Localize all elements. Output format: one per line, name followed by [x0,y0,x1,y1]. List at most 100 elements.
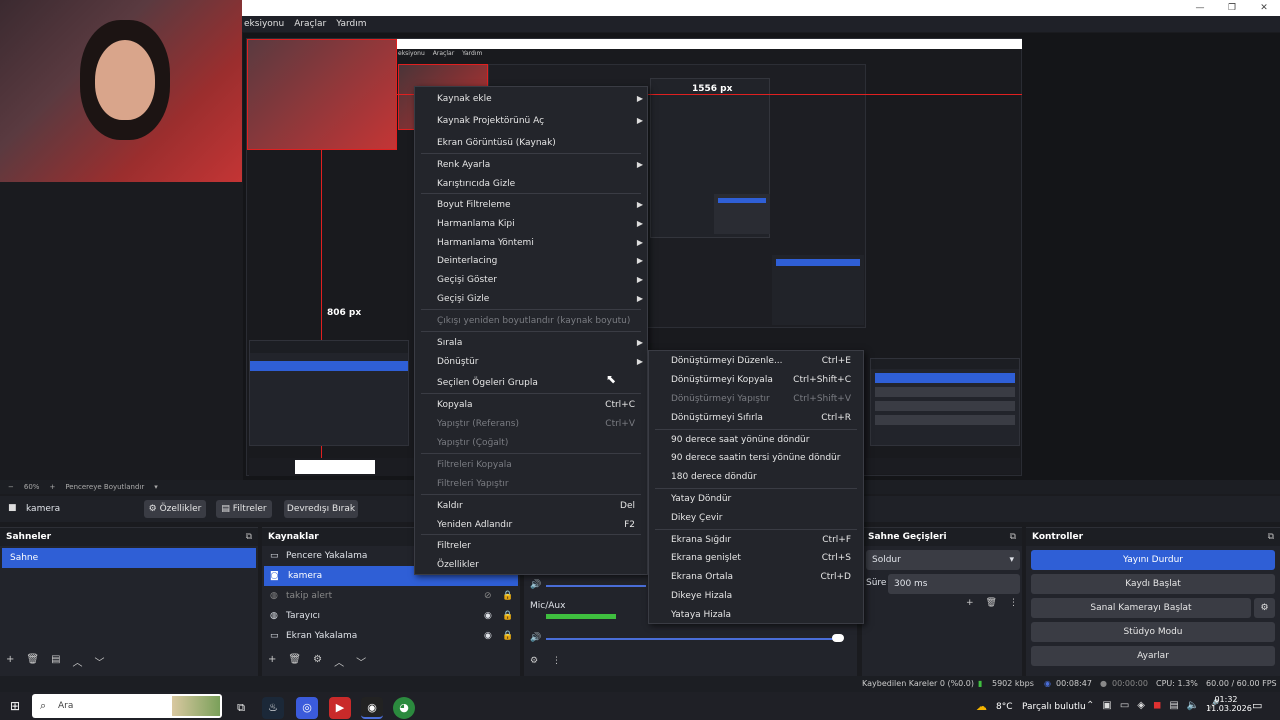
menu-item[interactable]: Yeniden Adlandır F2 [415,516,647,534]
notification-icon[interactable]: ▭ [1252,699,1262,712]
windows-start-icon[interactable]: ⊞ [10,699,20,713]
menu-item[interactable]: Filtreler [415,537,647,555]
minus-icon[interactable]: − [8,483,14,491]
menu-item[interactable]: Sırala ▶ [415,334,647,352]
selected-source-bounds[interactable] [247,39,397,150]
menu-item[interactable]: Kaynak ekle ▶ [415,90,647,108]
menu-item[interactable]: Ekran Görüntüsü (Kaynak) [415,134,647,152]
menu-item[interactable]: Ekrana Sığdır Ctrl+F [649,531,863,549]
start-virtualcam-button[interactable]: Sanal Kamerayı Başlat [1031,598,1251,618]
minimize-icon[interactable]: — [1184,0,1216,16]
lock-icon[interactable]: 🔒 [502,586,513,606]
undock-icon[interactable]: ⧉ [246,528,252,546]
menu-item[interactable]: Kaynak Projektörünü Aç ▶ [415,112,647,130]
undock-icon[interactable]: ⧉ [1268,528,1274,546]
menu-item[interactable]: Yataya Hizala [649,606,863,624]
chevron-down-icon[interactable]: ▾ [154,483,158,491]
move-up-icon[interactable]: ︿ [73,654,83,669]
zoom-level[interactable]: 60% [24,483,40,491]
clock[interactable]: 01:32 11.03.2026 [1206,695,1252,713]
display-tray-icon[interactable]: ▭ [1120,700,1129,711]
filter-icon[interactable]: ▤ [51,654,60,669]
more-icon[interactable]: ⋮ [1009,598,1018,608]
chevron-up-icon[interactable]: ⌃ [1086,700,1094,711]
menu-item[interactable]: Harmanlama Yöntemi ▶ [415,234,647,252]
menu-item[interactable]: Geçişi Gizle ▶ [415,290,647,308]
stop-streaming-button[interactable]: Yayını Durdur [1031,550,1275,570]
red-tray-icon[interactable]: ◼ [1153,700,1161,711]
steam-icon[interactable]: ♨ [262,697,284,719]
menu-item[interactable]: Dönüştürmeyi Düzenle... Ctrl+E [649,352,863,370]
move-down-icon[interactable]: ﹀ [356,654,366,669]
weather-text[interactable]: Parçalı bulutlu [1022,702,1086,712]
source-item[interactable]: ◍ takip alert ⊘ 🔒 [262,586,520,606]
menu-item[interactable]: Ekrana genişlet Ctrl+S [649,549,863,567]
add-icon[interactable]: + [966,598,974,608]
speaker-icon[interactable]: 🔊 [530,580,541,590]
menu-item[interactable]: Yatay Döndür [649,490,863,508]
plus-icon[interactable]: + [49,483,55,491]
move-down-icon[interactable]: ﹀ [95,654,105,669]
menu-item[interactable]: Özellikler [415,556,647,574]
scene-item[interactable]: Sahne [2,548,256,568]
menu-item[interactable]: Kaldır Del [415,497,647,515]
studio-mode-button[interactable]: Stüdyo Modu [1031,622,1275,642]
add-icon[interactable]: + [268,654,276,669]
volume-slider[interactable] [546,585,646,587]
undock-icon[interactable]: ⧉ [1010,528,1016,546]
app-tray-icon[interactable]: ▣ [1102,700,1111,711]
add-icon[interactable]: + [6,654,14,669]
eye-icon[interactable]: ◉ [484,606,492,626]
menu-item[interactable]: Harmanlama Kipi ▶ [415,215,647,233]
menu-item[interactable]: Dikeye Hizala [649,587,863,605]
menu-item[interactable]: Deinterlacing ▶ [415,252,647,270]
transition-select[interactable]: Soldur ▾ [866,550,1020,570]
lock-icon[interactable]: 🔒 [502,606,513,626]
menu-item[interactable]: 180 derece döndür [649,468,863,486]
gear-icon[interactable]: ⚙ [530,656,538,666]
menu-item-help[interactable]: Yardım [336,19,366,29]
menu-item[interactable]: Ekrana Ortala Ctrl+D [649,568,863,586]
discord-icon[interactable]: ◎ [296,697,318,719]
chrome-icon[interactable]: ◕ [393,697,415,719]
task-view-icon[interactable]: ⧉ [230,697,252,719]
source-item[interactable]: ◍ Tarayıcı ◉ 🔒 [262,606,520,626]
hidden-eye-icon[interactable]: ⊘ [484,586,492,606]
more-icon[interactable]: ⋮ [552,656,561,666]
move-up-icon[interactable]: ︿ [334,654,344,669]
lock-icon[interactable]: 🔒 [502,626,513,646]
source-item[interactable]: ▭ Ekran Yakalama ◉ 🔒 [262,626,520,646]
duration-input[interactable]: 300 ms [888,574,1020,594]
menu-item-tools[interactable]: Araçlar [294,19,326,29]
media-app-icon[interactable]: ▶ [329,697,351,719]
menu-item[interactable]: Kopyala Ctrl+C [415,396,647,414]
menu-item[interactable]: Dönüştürmeyi Kopyala Ctrl+Shift+C [649,371,863,389]
eye-icon[interactable]: ◉ [484,626,492,646]
menu-item[interactable]: Dönüştürmeyi Sıfırla Ctrl+R [649,409,863,427]
speaker-icon[interactable]: 🔊 [530,633,541,643]
start-recording-button[interactable]: Kaydı Başlat [1031,574,1275,594]
deactivate-button[interactable]: Devredışı Bırak [284,500,358,518]
gear-icon[interactable]: ⚙ [313,654,322,669]
menu-item[interactable]: Geçişi Göster ▶ [415,271,647,289]
menu-item[interactable]: 90 derece saatin tersi yönüne döndür [649,449,863,467]
trash-icon[interactable]: 🗑 [288,654,301,669]
close-icon[interactable]: ✕ [1248,0,1280,16]
fit-mode[interactable]: Pencereye Boyutlandır [65,483,144,491]
obs-icon[interactable]: ◉ [361,697,383,719]
trash-icon[interactable]: 🗑 [986,598,997,608]
taskbar-search-box[interactable]: ⌕ Ara [32,694,222,718]
menu-item[interactable]: Boyut Filtreleme ▶ [415,196,647,214]
volume-icon[interactable]: 🔈 [1187,700,1199,711]
filters-button[interactable]: ▤ Filtreler [216,500,272,518]
menu-item[interactable]: Dikey Çevir [649,509,863,527]
menu-item-partial[interactable]: eksiyonu [244,19,284,29]
maximize-icon[interactable]: ❐ [1216,0,1248,16]
volume-slider-handle[interactable] [832,634,844,642]
trash-icon[interactable]: 🗑 [26,654,39,669]
weather-temp[interactable]: 8°C [996,702,1013,712]
menu-item[interactable]: Dönüştür ▶ [415,353,647,371]
settings-button[interactable]: Ayarlar [1031,646,1275,666]
menu-item[interactable]: 90 derece saat yönüne döndür [649,431,863,449]
security-tray-icon[interactable]: ◈ [1137,700,1145,711]
